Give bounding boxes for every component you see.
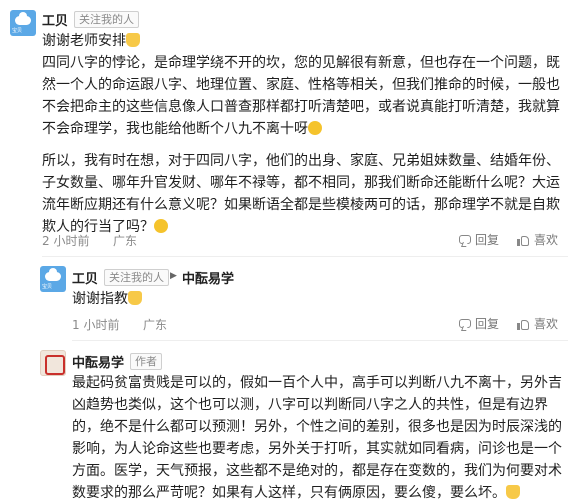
author-badge: 作者 — [130, 353, 162, 370]
reply-button[interactable]: 回复 — [459, 315, 499, 332]
comment-paragraph-2: 所以，我有时在想，对于四同八字，他们的出身、家庭、兄弟姐妹数量、结婚年份、子女数… — [42, 150, 562, 238]
thumbs-up-icon — [517, 318, 530, 330]
reply-text: 最起码贫富贵贱是可以的，假如一百个人中，高手可以判断八九不离十，另外吉凶趋势也类… — [72, 372, 562, 504]
comment-text: 所以，我有时在想，对于四同八字，他们的出身、家庭、兄弟姐妹数量、结婚年份、子女数… — [42, 153, 560, 235]
like-button[interactable]: 喜欢 — [517, 315, 558, 332]
reply-time: 1 小时前 — [72, 318, 120, 332]
reply-text-content: 最起码贫富贵贱是可以的，假如一百个人中，高手可以判断八九不离十，另外吉凶趋势也类… — [72, 375, 562, 501]
reply-target[interactable]: 中酝易学 — [182, 268, 234, 287]
follow-badge: 关注我的人 — [74, 11, 139, 28]
cloud-icon — [45, 268, 61, 281]
cloud-icon — [15, 12, 31, 25]
avatar[interactable]: 宝贝 — [40, 266, 66, 292]
comment-text: 四同八字的悖论，是命理学绕不开的坎，您的见解很有新意，但也存在一个问题，既然一个… — [42, 55, 560, 137]
comment-time: 2 小时前 — [42, 234, 90, 248]
follow-badge: 关注我的人 — [104, 269, 169, 286]
avatar[interactable]: 宝贝 — [10, 10, 36, 36]
divider — [72, 340, 568, 341]
reply-icon — [459, 235, 471, 244]
divider — [42, 256, 568, 257]
username[interactable]: 工贝 — [42, 10, 68, 29]
reply-label: 回复 — [475, 317, 500, 331]
thumbs-up-icon — [517, 234, 530, 246]
pray-hands-icon — [128, 291, 142, 305]
like-button[interactable]: 喜欢 — [517, 231, 558, 248]
pray-hands-icon — [506, 485, 520, 499]
like-label: 喜欢 — [534, 317, 559, 331]
username[interactable]: 工贝 — [72, 268, 98, 287]
avatar-label: 宝贝 — [42, 284, 53, 290]
reply-location: 广东 — [143, 318, 168, 332]
comment-line-1: 谢谢老师安排 — [42, 30, 562, 52]
username[interactable]: 中酝易学 — [72, 352, 124, 371]
like-label: 喜欢 — [534, 233, 559, 247]
avatar-label: 宝贝 — [12, 28, 23, 34]
reply-text-content: 谢谢指教 — [72, 291, 128, 307]
laughing-face-icon — [308, 121, 322, 135]
comment-text: 谢谢老师安排 — [42, 33, 126, 49]
comment-location: 广东 — [113, 234, 138, 248]
author-avatar[interactable] — [40, 350, 66, 376]
reply-arrow-icon: ▶ — [170, 271, 177, 281]
seal-icon — [45, 355, 65, 375]
laughing-face-icon — [154, 219, 168, 233]
comment-paragraph-1: 四同八字的悖论，是命理学绕不开的坎，您的见解很有新意，但也存在一个问题，既然一个… — [42, 52, 562, 140]
reply-label: 回复 — [475, 233, 500, 247]
pray-hands-icon — [126, 33, 140, 47]
reply-icon — [459, 319, 471, 328]
reply-text: 谢谢指教 — [72, 288, 562, 310]
reply-button[interactable]: 回复 — [459, 231, 499, 248]
